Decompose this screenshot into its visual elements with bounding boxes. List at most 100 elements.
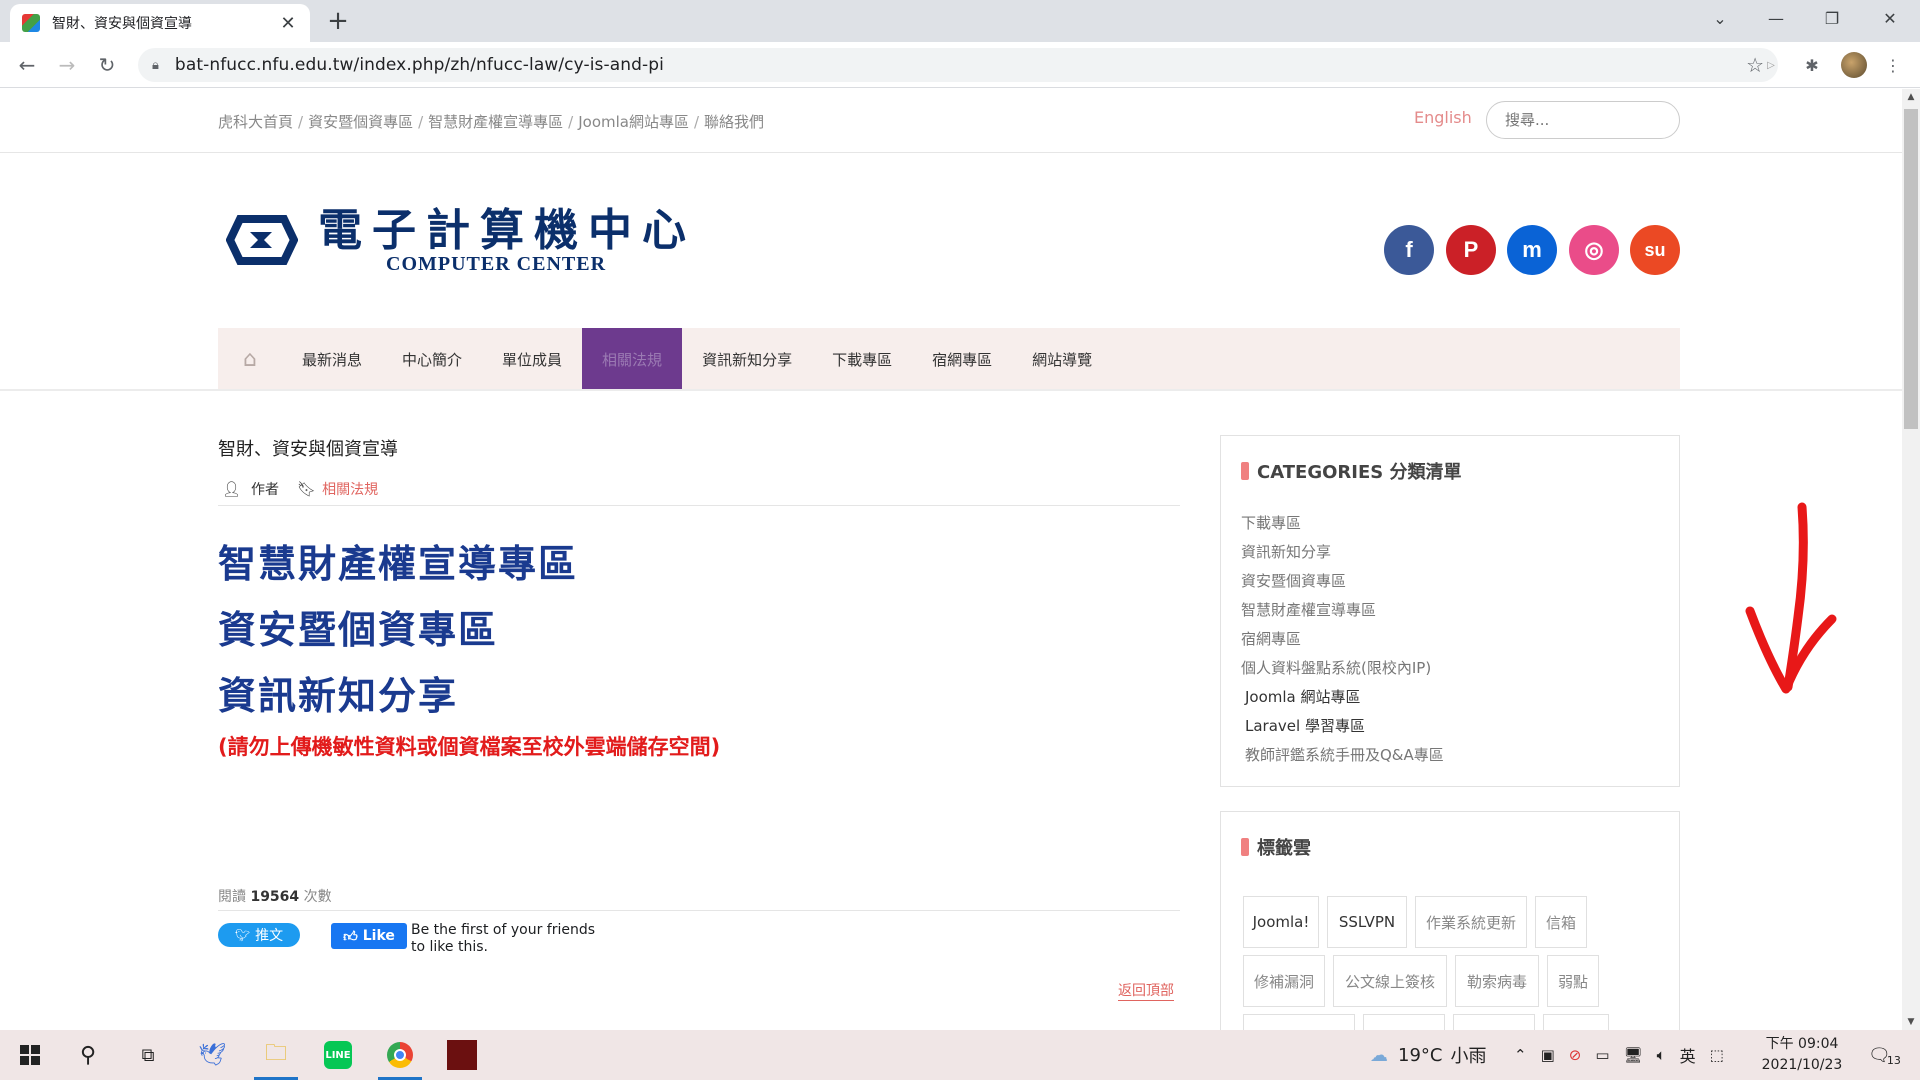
tag-item[interactable]: Joomla!	[1243, 896, 1319, 948]
battery-icon[interactable]: ▭	[1595, 1046, 1609, 1064]
tag-item[interactable]	[1363, 1014, 1445, 1030]
maximize-icon[interactable]: ❐	[1804, 0, 1860, 36]
site-favicon-icon	[22, 14, 40, 32]
security-icon[interactable]: ⊘	[1569, 1046, 1582, 1064]
tag-item[interactable]	[1243, 1014, 1355, 1030]
tag-item[interactable]: 作業系統更新	[1415, 896, 1527, 948]
search-input[interactable]	[1486, 101, 1680, 139]
back-icon[interactable]: ←	[12, 50, 42, 80]
search-icon[interactable]: ⚲	[62, 1030, 114, 1080]
windows-start-icon[interactable]	[4, 1030, 56, 1080]
category-link[interactable]: 個人資料盤點系統(限校內IP)	[1241, 657, 1431, 678]
nav-item-dorm-network[interactable]: 宿網專區	[912, 328, 1012, 390]
volume-icon[interactable]: 🔈︎	[1657, 1046, 1666, 1064]
file-explorer-icon[interactable]: 🗀	[250, 1030, 302, 1080]
myspace-icon[interactable]: m	[1507, 225, 1557, 275]
weather-widget[interactable]: ☁ 19°C 小雨	[1370, 1030, 1486, 1080]
category-link[interactable]: Laravel 學習專區	[1245, 715, 1365, 736]
category-link[interactable]: 下載專區	[1241, 512, 1301, 533]
tag-item[interactable]: 修補漏洞	[1243, 955, 1325, 1007]
reload-icon[interactable]: ↻	[92, 50, 122, 80]
top-link[interactable]: 智慧財產權宣導專區	[428, 113, 563, 131]
home-icon[interactable]: ⌂	[218, 328, 282, 390]
back-to-top-link[interactable]: 返回頂部	[1118, 980, 1174, 1001]
nav-item-downloads[interactable]: 下載專區	[812, 328, 912, 390]
chevron-up-icon[interactable]: ⌃	[1514, 1046, 1527, 1064]
no-ads-extension-icon[interactable]: ▷	[1758, 52, 1784, 78]
nav-item-regulations[interactable]: 相關法規	[582, 328, 683, 390]
it-news-heading-link[interactable]: 資訊新知分享	[218, 665, 458, 720]
facebook-icon[interactable]: f	[1384, 225, 1434, 275]
profile-avatar[interactable]	[1841, 52, 1867, 78]
system-clock[interactable]: 下午 09:04 2021/10/23	[1752, 1034, 1852, 1076]
tag-item[interactable]	[1453, 1014, 1535, 1030]
category-link[interactable]: 資訊新知分享	[1241, 541, 1331, 562]
window-close-icon[interactable]: ✕	[1862, 0, 1918, 36]
clock-date: 2021/10/23	[1761, 1057, 1843, 1073]
scrollbar-thumb[interactable]	[1904, 109, 1918, 429]
category-link[interactable]: Joomla 網站專區	[1245, 686, 1361, 707]
hits-label: 閱讀	[218, 889, 246, 905]
app-dark-icon[interactable]	[436, 1030, 488, 1080]
chrome-icon[interactable]	[374, 1030, 426, 1080]
browser-tab-bar: 智財、資安與個資宣導 ✕ + ⌄ — ❐ ✕	[0, 0, 1920, 42]
logo-chinese-text: 電子計算機中心	[318, 205, 696, 256]
camera-icon[interactable]: ▣	[1541, 1046, 1555, 1064]
nav-item-news[interactable]: 最新消息	[282, 328, 382, 390]
pinterest-icon[interactable]: P	[1446, 225, 1496, 275]
facebook-like-button[interactable]: 👍︎ Like	[331, 923, 407, 949]
task-view-icon[interactable]: ⧉	[122, 1030, 174, 1080]
language-switch-link[interactable]: English	[1414, 108, 1472, 127]
site-logo[interactable]: 電子計算機中心 COMPUTER CENTER	[226, 205, 696, 274]
tab-search-icon[interactable]: ⌄	[1692, 0, 1748, 36]
tag-item[interactable]: 弱點	[1547, 955, 1599, 1007]
category-link[interactable]: 資安暨個資專區	[1241, 570, 1346, 591]
line-app-icon[interactable]: LINE	[312, 1030, 364, 1080]
nav-item-about[interactable]: 中心簡介	[382, 328, 482, 390]
ime-indicator[interactable]: 英	[1680, 1043, 1696, 1067]
app-bird-icon[interactable]: 🕊︎	[186, 1030, 238, 1080]
stumbleupon-icon[interactable]: su	[1630, 225, 1680, 275]
tab-close-icon[interactable]: ✕	[278, 13, 298, 34]
url-text: bat-nfucc.nfu.edu.tw/index.php/zh/nfucc-…	[174, 55, 664, 75]
tag-item[interactable]: 信箱	[1535, 896, 1587, 948]
user-icon: 👤︎	[222, 480, 242, 498]
scroll-down-icon[interactable]: ▼	[1902, 1014, 1920, 1030]
top-link[interactable]: Joomla網站專區	[578, 113, 689, 131]
security-privacy-heading-link[interactable]: 資安暨個資專區	[218, 599, 498, 654]
link-separator: /	[418, 113, 424, 131]
dribbble-icon[interactable]: ◎	[1569, 225, 1619, 275]
top-link[interactable]: 虎科大首頁	[218, 113, 293, 131]
nav-item-members[interactable]: 單位成員	[482, 328, 582, 390]
article-category-link[interactable]: 相關法規	[322, 479, 378, 499]
page-scrollbar[interactable]: ▲ ▼	[1902, 89, 1920, 1030]
lock-icon: 🔒︎	[152, 57, 159, 73]
minimize-icon[interactable]: —	[1748, 0, 1804, 36]
tag-item[interactable]: 勒索病毒	[1455, 955, 1539, 1007]
forward-icon[interactable]: →	[52, 50, 82, 80]
top-link[interactable]: 聯絡我們	[704, 113, 764, 131]
tweet-button[interactable]: 🐦︎ 推文	[218, 923, 300, 947]
address-bar[interactable]: 🔒︎ bat-nfucc.nfu.edu.tw/index.php/zh/nfu…	[138, 48, 1778, 82]
category-link[interactable]: 教師評鑑系統手冊及Q&A專區	[1245, 744, 1444, 765]
nav-item-sitemap[interactable]: 網站導覽	[1012, 328, 1112, 390]
link-separator: /	[298, 113, 304, 131]
tag-item[interactable]: SSLVPN	[1327, 896, 1407, 948]
top-link[interactable]: 資安暨個資專區	[308, 113, 413, 131]
browser-tab[interactable]: 智財、資安與個資宣導 ✕	[10, 4, 310, 42]
ip-rights-heading-link[interactable]: 智慧財產權宣導專區	[218, 533, 578, 588]
notification-center-icon[interactable]: 🗨︎ 13	[1868, 1030, 1901, 1080]
menu-icon[interactable]: ⋮	[1880, 52, 1906, 78]
network-icon[interactable]: 🖥︎	[1624, 1046, 1643, 1064]
tag-item[interactable]	[1543, 1014, 1609, 1030]
new-tab-button[interactable]: +	[324, 8, 352, 36]
category-link[interactable]: 宿網專區	[1241, 628, 1301, 649]
top-links: 虎科大首頁 / 資安暨個資專區 / 智慧財產權宣導專區 / Joomla網站專區 / 聯絡我們	[218, 111, 764, 132]
tag-item[interactable]: 公文線上簽核	[1333, 955, 1447, 1007]
input-mode-icon[interactable]: ⬚	[1710, 1046, 1724, 1064]
category-link[interactable]: 智慧財產權宣導專區	[1241, 599, 1376, 620]
extensions-icon[interactable]: ✱	[1799, 52, 1825, 78]
nav-item-knowledge[interactable]: 資訊新知分享	[682, 328, 812, 390]
scroll-up-icon[interactable]: ▲	[1902, 89, 1920, 105]
hits-unit: 次數	[303, 889, 332, 905]
